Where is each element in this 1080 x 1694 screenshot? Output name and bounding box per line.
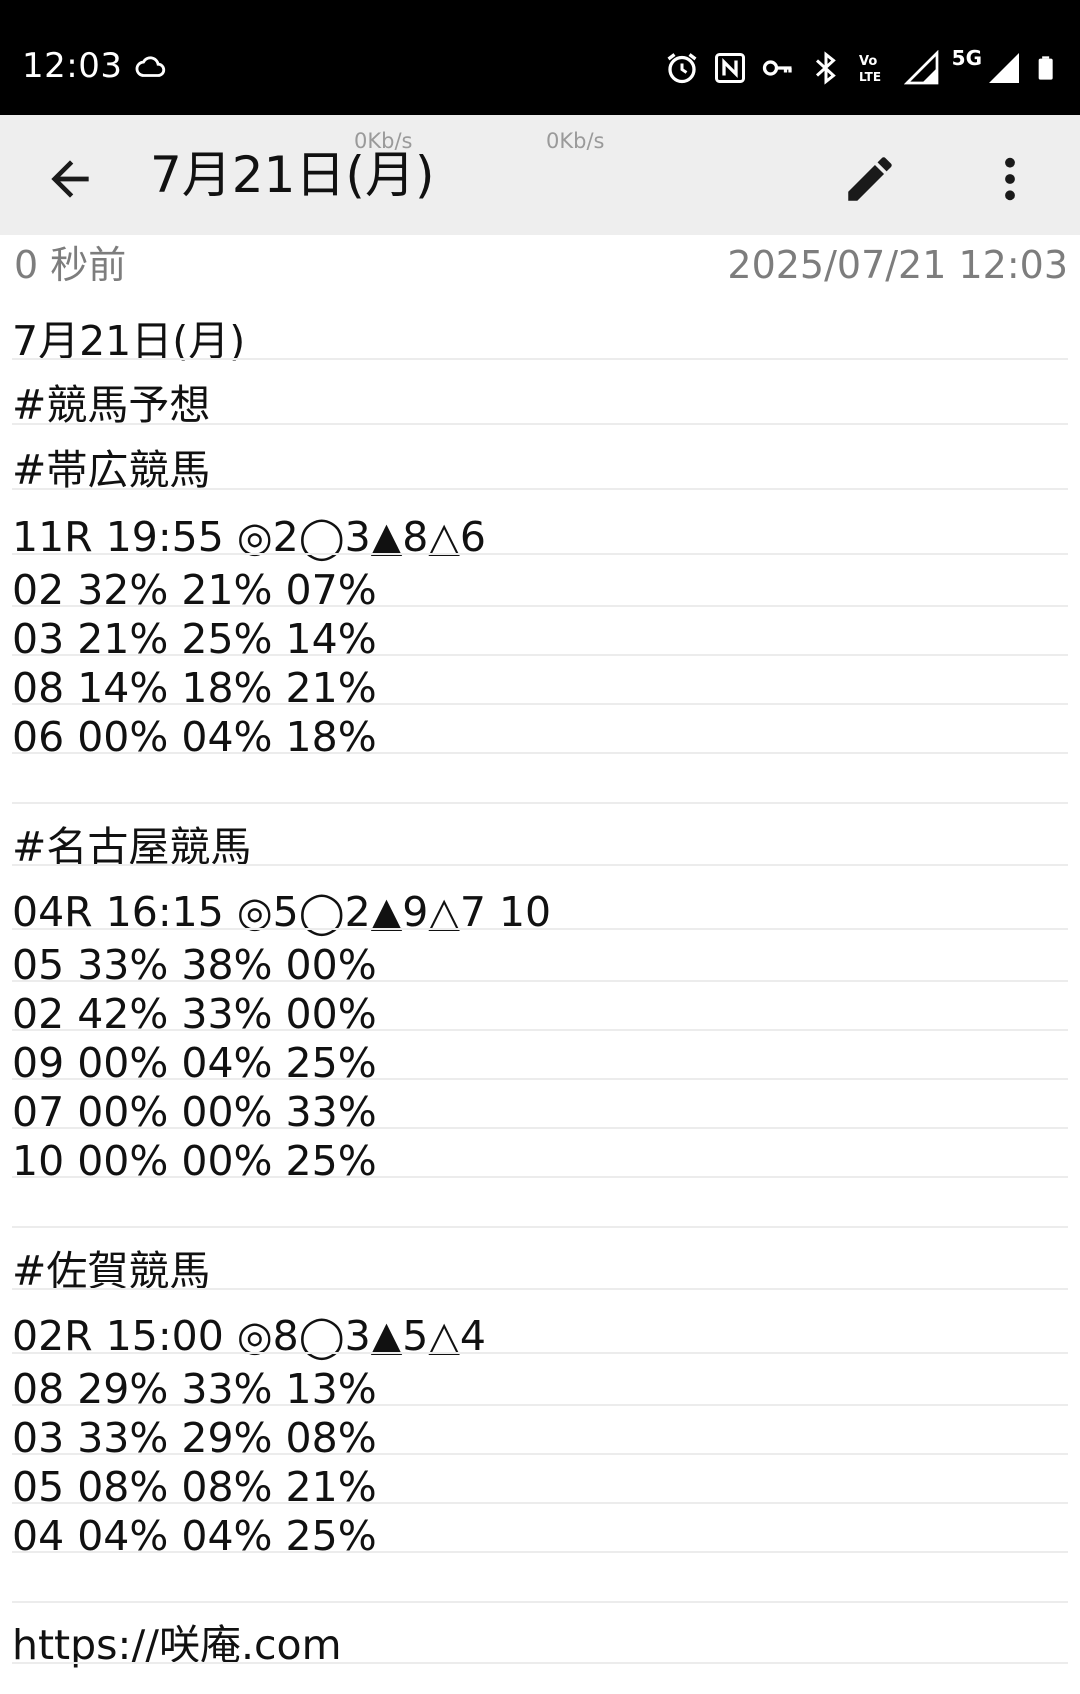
line-rule: [12, 1453, 1068, 1455]
note-line: 03 33% 29% 08%: [12, 1414, 377, 1462]
note-line: 08 14% 18% 21%: [12, 664, 377, 712]
line-rule: [12, 1551, 1068, 1553]
status-bar: 12:03 Vo LTE 5G: [0, 0, 1080, 115]
line-rule: [12, 553, 1068, 555]
network-type-label: 5G: [951, 46, 982, 70]
cloud-icon: [135, 56, 166, 77]
status-icons: Vo LTE 5G: [664, 46, 1062, 90]
arrow-back-icon: [51, 160, 89, 198]
note-line: 06 00% 04% 18%: [12, 713, 377, 761]
line-rule: [12, 654, 1068, 656]
line-rule: [12, 1288, 1068, 1290]
line-rule: [12, 605, 1068, 607]
line-rule: [12, 1226, 1068, 1228]
note-line: 03 21% 25% 14%: [12, 615, 377, 663]
note-line: 02 32% 21% 07%: [12, 566, 377, 614]
line-rule: [12, 488, 1068, 490]
line-rule: [12, 1078, 1068, 1080]
note-line: 08 29% 33% 13%: [12, 1365, 377, 1413]
line-rule: [12, 752, 1068, 754]
line-rule: [12, 1502, 1068, 1504]
more-vert-icon: [1005, 157, 1015, 201]
line-rule: [12, 1404, 1068, 1406]
line-rule: [12, 1352, 1068, 1354]
vpn-key-icon: [762, 60, 792, 76]
nfc-icon: [714, 53, 745, 83]
line-rule: [12, 802, 1068, 804]
edit-button[interactable]: [830, 139, 910, 219]
line-rule: [12, 928, 1068, 930]
signal-5g-icon: [989, 53, 1019, 83]
volte-icon: Vo LTE: [859, 54, 881, 84]
line-rule: [12, 1127, 1068, 1129]
line-rule: [12, 980, 1068, 982]
line-rule: [12, 1029, 1068, 1031]
note-line: 05 33% 38% 00%: [12, 941, 377, 989]
bluetooth-icon: [815, 51, 836, 85]
alarm-icon: [667, 53, 697, 84]
note-line: 10 00% 00% 25%: [12, 1137, 377, 1185]
line-rule: [12, 1601, 1068, 1603]
net-speed-indicator: 0Kb/s: [546, 129, 605, 153]
app-toolbar: 7月21日(月) 0Kb/s 0Kb/s: [0, 115, 1080, 235]
pencil-icon: [848, 157, 892, 201]
timestamp: 2025/07/21 12:03: [727, 243, 1068, 287]
line-rule: [12, 358, 1068, 360]
relative-time: 0 秒前: [14, 243, 127, 287]
svg-text:Vo: Vo: [859, 54, 877, 69]
more-options-button[interactable]: [970, 139, 1050, 219]
line-rule: [12, 703, 1068, 705]
note-line: 05 08% 08% 21%: [12, 1463, 377, 1511]
note-line: 07 00% 00% 33%: [12, 1088, 377, 1136]
line-rule: [12, 423, 1068, 425]
net-speed-indicator: 0Kb/s: [354, 129, 413, 153]
battery-icon: [1038, 56, 1053, 80]
line-rule: [12, 864, 1068, 866]
line-rule: [12, 1662, 1068, 1664]
note-line: 04 04% 04% 25%: [12, 1512, 377, 1560]
status-time: 12:03: [22, 46, 123, 86]
line-rule: [12, 1176, 1068, 1178]
svg-text:LTE: LTE: [859, 70, 881, 84]
note-line: 09 00% 04% 25%: [12, 1039, 377, 1087]
note-line: 02 42% 33% 00%: [12, 990, 377, 1038]
back-button[interactable]: [30, 139, 110, 219]
signal-icon: [903, 50, 939, 85]
